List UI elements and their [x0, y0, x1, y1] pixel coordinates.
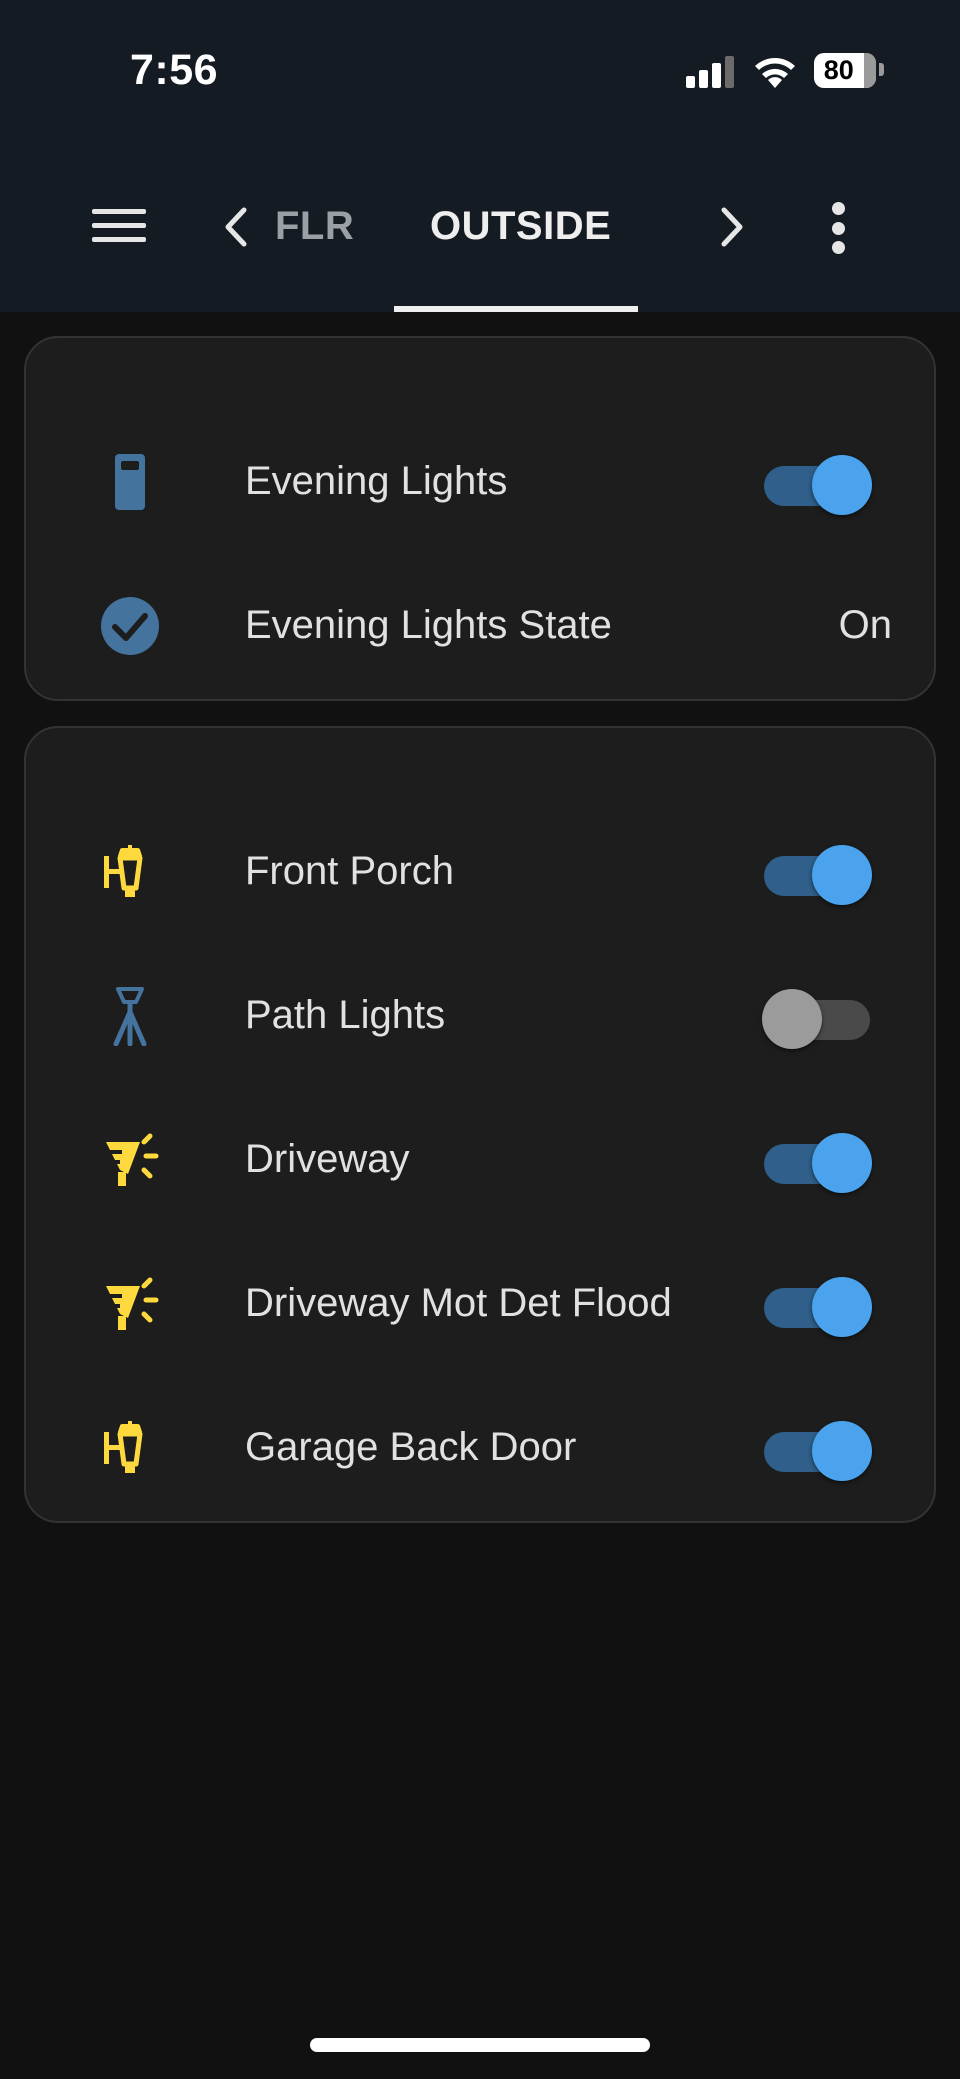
tab-outside[interactable]: OUTSIDE	[430, 204, 611, 249]
evening-lights-card: Evening Lights Evening Lights State On	[24, 336, 936, 701]
entity-label: Driveway Mot Det Flood	[245, 1281, 672, 1325]
entity-row-front-porch: Front Porch	[26, 827, 934, 917]
home-indicator[interactable]	[310, 2038, 650, 2052]
toggle-path-lights[interactable]	[762, 987, 872, 1049]
entity-label: Front Porch	[245, 849, 454, 893]
entity-row-driveway: Driveway	[26, 1115, 934, 1205]
outdoor-lamp-icon	[104, 1421, 143, 1473]
status-time: 7:56	[130, 46, 219, 94]
floodlight-icon	[106, 1133, 159, 1186]
toggle-front-porch[interactable]	[762, 843, 872, 905]
path-lamp-icon	[113, 987, 147, 1046]
entity-row-garage-back-door: Garage Back Door	[26, 1403, 934, 1493]
chevron-left-icon[interactable]	[222, 206, 252, 248]
entity-label: Evening Lights	[245, 459, 508, 503]
status-icons: 80	[686, 50, 886, 90]
cellular-signal-icon	[686, 56, 734, 88]
entity-label: Garage Back Door	[245, 1425, 577, 1469]
battery-icon: 80	[814, 53, 876, 88]
wifi-icon	[755, 58, 795, 88]
app-header: 7:56 80 FLR OUTSIDE	[0, 0, 960, 312]
entity-state-value: On	[838, 603, 892, 647]
entity-row-driveway-mot-det-flood: Driveway Mot Det Flood	[26, 1259, 934, 1349]
active-tab-indicator	[394, 306, 638, 312]
entity-label: Driveway	[245, 1137, 410, 1181]
chevron-right-icon[interactable]	[716, 206, 746, 248]
outside-lights-card: Front Porch Path Lights Driveway Drivewa…	[24, 726, 936, 1523]
toggle-garage-back-door[interactable]	[762, 1419, 872, 1481]
entity-row-evening-lights-state: Evening Lights State On	[26, 581, 934, 671]
check-circle-icon	[101, 597, 159, 655]
remote-icon	[115, 454, 145, 510]
more-options-button[interactable]	[828, 202, 850, 254]
entity-row-evening-lights: Evening Lights	[26, 437, 934, 527]
entity-label: Evening Lights State	[245, 603, 612, 647]
outdoor-lamp-icon	[104, 845, 143, 897]
tab-flr[interactable]: FLR	[275, 204, 354, 249]
entity-label: Path Lights	[245, 993, 446, 1037]
toggle-driveway-mot-det-flood[interactable]	[762, 1275, 872, 1337]
menu-button[interactable]	[90, 205, 148, 245]
battery-nub	[879, 63, 884, 76]
entity-row-path-lights: Path Lights	[26, 971, 934, 1061]
toggle-driveway[interactable]	[762, 1131, 872, 1193]
floodlight-icon	[106, 1277, 159, 1330]
battery-level: 80	[823, 55, 854, 85]
toggle-evening-lights[interactable]	[762, 453, 872, 515]
